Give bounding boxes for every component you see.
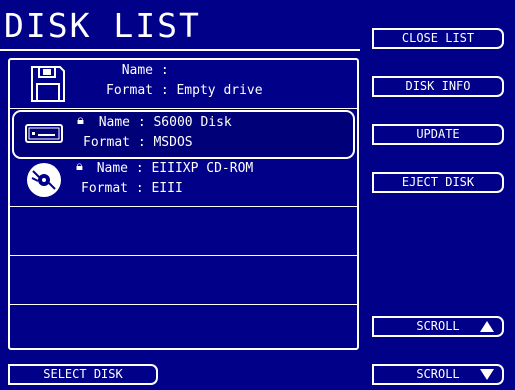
disk-info-button[interactable]: DISK INFO	[372, 76, 504, 97]
colon: :	[153, 63, 177, 78]
lock-icon: 🔒︎	[76, 159, 83, 174]
scroll-up-button[interactable]: SCROLL	[372, 316, 504, 337]
colon: :	[153, 83, 177, 98]
triangle-up-icon	[480, 321, 494, 332]
disk-row-floppy[interactable]: Name : Format : Empty drive	[10, 60, 357, 109]
name-label: Name	[98, 115, 130, 130]
cd-rom-icon	[27, 163, 61, 197]
disk-row-empty[interactable]	[10, 305, 357, 348]
disk-row-empty[interactable]	[10, 207, 357, 256]
disk-format: Empty drive	[176, 83, 263, 98]
scroll-up-label: SCROLL	[416, 319, 460, 333]
disk-row-s6000[interactable]: 🔒︎ Name : S6000 Disk Format : MSDOS	[12, 110, 355, 159]
triangle-down-icon	[480, 369, 494, 380]
floppy-disk-icon	[31, 66, 65, 102]
colon: :	[128, 161, 152, 176]
format-label: Format	[106, 83, 153, 98]
select-disk-button[interactable]: SELECT DISK	[8, 364, 158, 385]
disk-format: MSDOS	[153, 135, 193, 150]
lock-icon: 🔒︎	[77, 113, 84, 128]
page-title: DISK LIST	[4, 6, 201, 45]
format-label: Format	[81, 181, 128, 196]
colon: :	[130, 135, 154, 150]
disk-name: EIIIXP CD-ROM	[151, 161, 254, 176]
colon: :	[128, 181, 152, 196]
disk-list: Name : Format : Empty drive 🔒︎ Name : S6…	[8, 58, 359, 350]
disk-name: S6000 Disk	[153, 115, 232, 130]
disk-row-empty[interactable]	[10, 256, 357, 305]
close-list-button[interactable]: CLOSE LIST	[372, 28, 504, 49]
disk-row-cdrom[interactable]: 🔒︎ Name : EIIIXP CD-ROM Format : EIII	[10, 158, 357, 207]
disk-format: EIII	[151, 181, 183, 196]
title-divider	[0, 49, 360, 51]
update-button[interactable]: UPDATE	[372, 124, 504, 145]
name-label: Name	[96, 161, 128, 176]
hard-drive-icon	[25, 124, 63, 143]
colon: :	[130, 115, 154, 130]
eject-disk-button[interactable]: EJECT DISK	[372, 172, 504, 193]
format-label: Format	[83, 135, 130, 150]
scroll-down-button[interactable]: SCROLL	[372, 364, 504, 385]
name-label: Name	[121, 63, 153, 78]
scroll-down-label: SCROLL	[416, 367, 460, 381]
